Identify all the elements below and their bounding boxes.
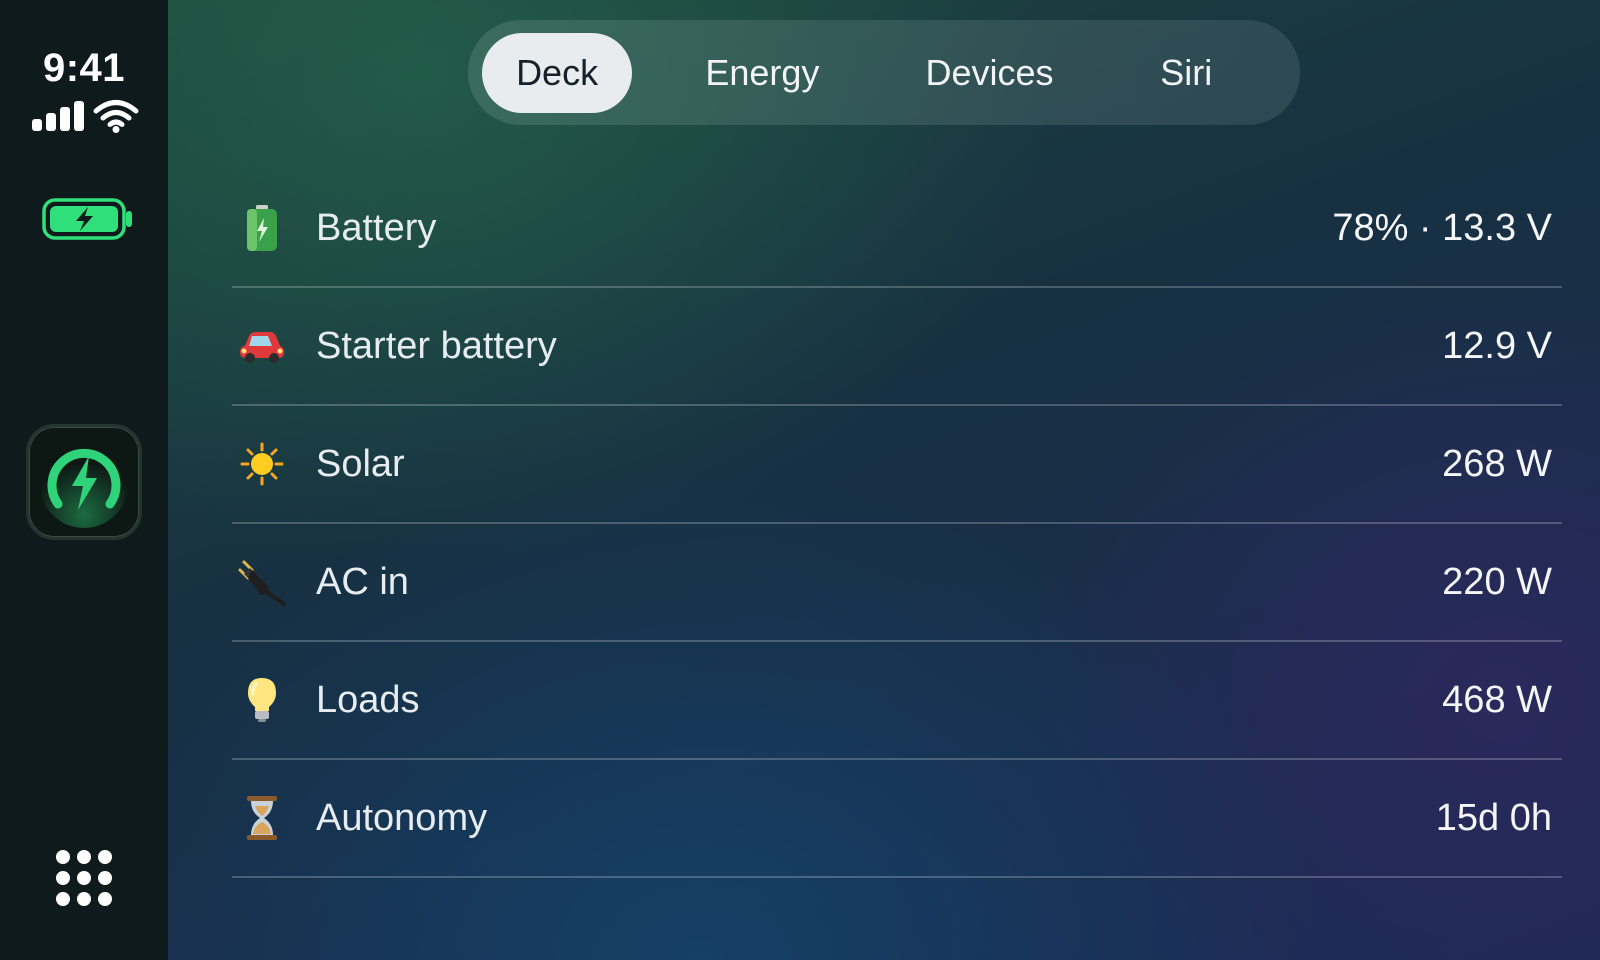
sidebar: 9:41 xyxy=(0,0,168,960)
tab-deck[interactable]: Deck xyxy=(482,32,633,113)
row-loads[interactable]: Loads 468 W xyxy=(232,642,1562,760)
row-value: 78% · 13.3 V xyxy=(1332,206,1552,249)
app-grid-icon[interactable] xyxy=(56,850,112,906)
tab-devices[interactable]: Devices xyxy=(893,33,1087,113)
tab-siri[interactable]: Siri xyxy=(1086,33,1286,113)
status-indicators xyxy=(30,98,142,134)
row-label: Starter battery xyxy=(316,324,557,367)
row-value: 15d 0h xyxy=(1435,796,1552,839)
battery-charging-icon xyxy=(42,198,132,240)
row-value: 12.9 V xyxy=(1442,324,1552,367)
row-ac-in[interactable]: AC in 220 W xyxy=(232,524,1562,642)
battery-icon xyxy=(232,198,292,258)
row-value: 220 W xyxy=(1442,560,1552,603)
power-gauge-app-icon[interactable] xyxy=(26,424,142,540)
tab-bar: Deck Energy Devices Siri xyxy=(468,20,1300,125)
row-battery[interactable]: Battery 78% · 13.3 V xyxy=(232,170,1562,288)
lightbulb-icon xyxy=(232,670,292,730)
status-list: Battery 78% · 13.3 V Starter battery 12.… xyxy=(232,170,1562,878)
row-value: 268 W xyxy=(1442,442,1552,485)
wifi-icon xyxy=(93,100,139,133)
row-solar[interactable]: Solar 268 W xyxy=(232,406,1562,524)
row-autonomy[interactable]: Autonomy 15d 0h xyxy=(232,760,1562,878)
gauge-bolt-icon xyxy=(40,440,128,528)
row-starter-battery[interactable]: Starter battery 12.9 V xyxy=(232,288,1562,406)
row-label: Autonomy xyxy=(316,796,488,839)
sun-icon xyxy=(232,434,292,494)
carplay-screen: 9:41 Deck Energy Devices Siri Battery 78… xyxy=(0,0,1600,960)
cellular-signal-icon xyxy=(32,98,86,134)
row-label: AC in xyxy=(316,560,409,603)
tab-energy[interactable]: Energy xyxy=(632,33,892,113)
car-icon xyxy=(232,316,292,376)
row-label: Loads xyxy=(316,678,420,721)
hourglass-icon xyxy=(232,788,292,848)
row-value: 468 W xyxy=(1442,678,1552,721)
row-label: Solar xyxy=(316,442,405,485)
row-label: Battery xyxy=(316,206,437,249)
status-clock: 9:41 xyxy=(42,46,126,90)
plug-icon xyxy=(232,552,292,612)
